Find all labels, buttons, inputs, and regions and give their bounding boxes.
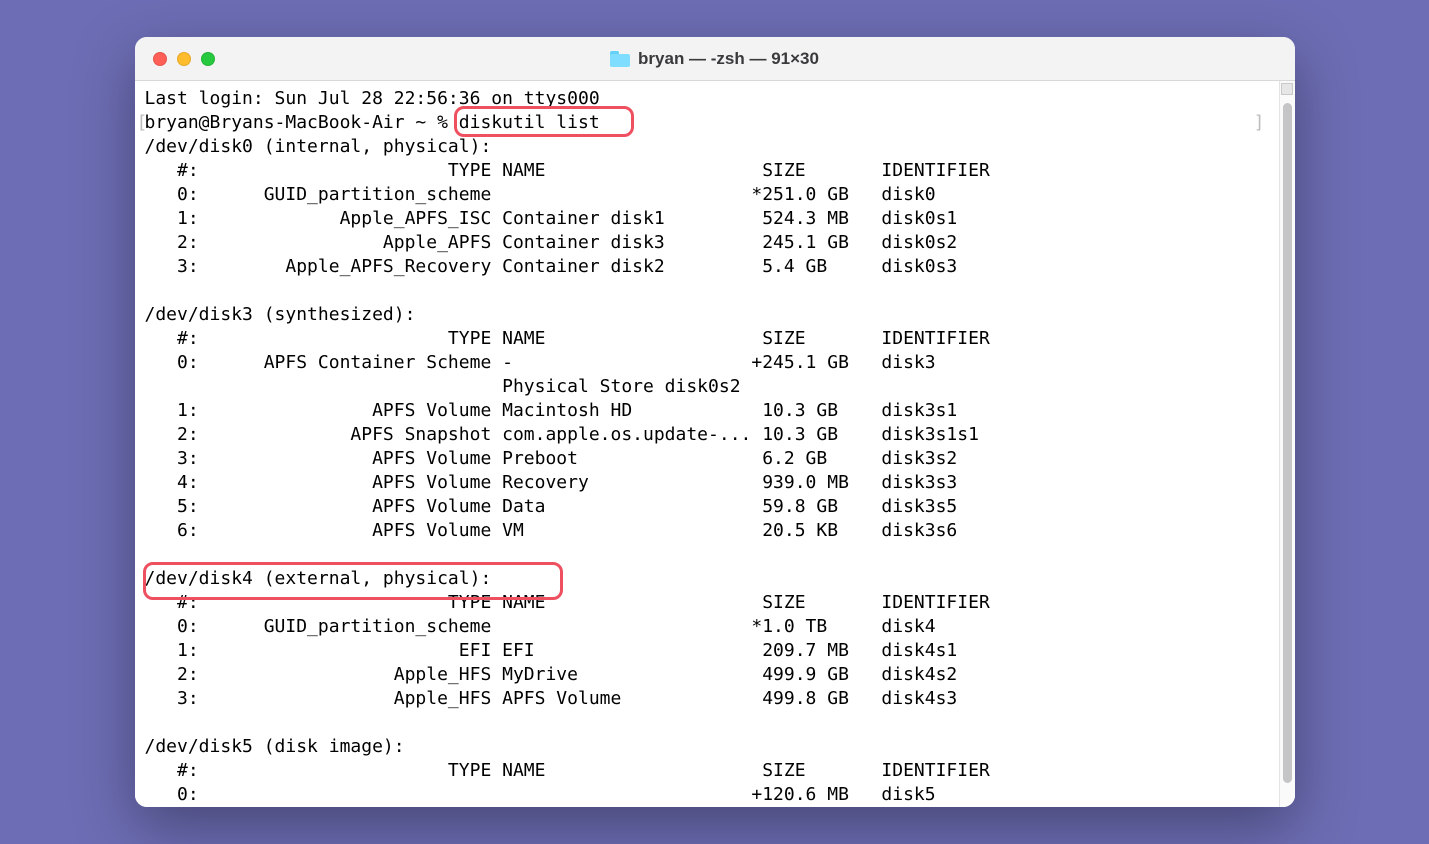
highlight-command	[454, 106, 634, 137]
scrollbar-thumb[interactable]	[1283, 103, 1292, 783]
prompt-open-bracket: [	[137, 111, 148, 135]
scrollbar-corner-icon	[1281, 83, 1293, 95]
scrollbar-track[interactable]	[1279, 81, 1295, 807]
close-button[interactable]	[153, 52, 167, 66]
window-title: bryan — -zsh — 91×30	[638, 49, 819, 69]
folder-icon	[610, 51, 630, 67]
terminal-window: bryan — -zsh — 91×30 Last login: Sun Jul…	[135, 37, 1295, 807]
prompt-close-bracket: ]	[1254, 111, 1265, 135]
terminal-content[interactable]: Last login: Sun Jul 28 22:56:36 on ttys0…	[135, 81, 1279, 807]
titlebar[interactable]: bryan — -zsh — 91×30	[135, 37, 1295, 81]
terminal-body: Last login: Sun Jul 28 22:56:36 on ttys0…	[135, 81, 1295, 807]
window-title-wrap: bryan — -zsh — 91×30	[135, 49, 1295, 69]
minimize-button[interactable]	[177, 52, 191, 66]
maximize-button[interactable]	[201, 52, 215, 66]
traffic-lights	[135, 52, 215, 66]
highlight-disk4-header	[143, 562, 563, 600]
